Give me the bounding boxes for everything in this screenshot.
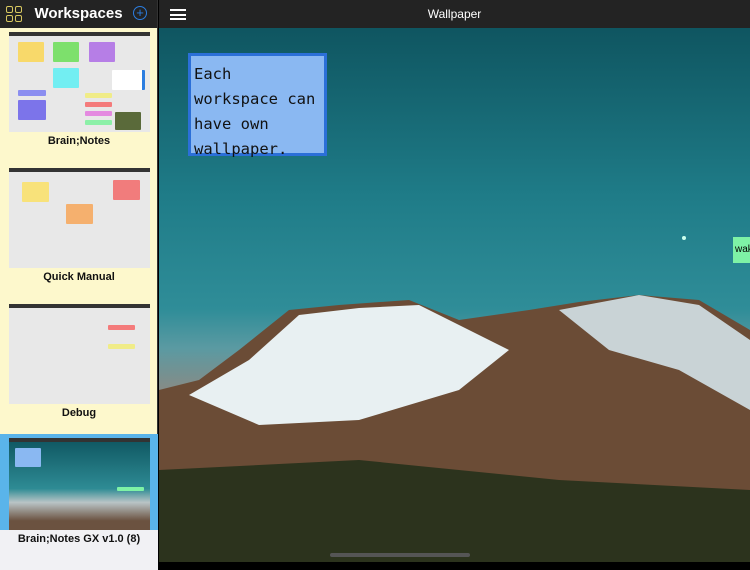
mountain-wallpaper	[159, 295, 750, 562]
workspace-item-brain-notes[interactable]: Brain;Notes	[0, 28, 158, 164]
workspace-thumbnail	[9, 304, 150, 404]
workspace-label: Debug	[61, 407, 97, 419]
workspace-title: Wallpaper	[427, 7, 482, 21]
workspace-label: Brain;Notes GX v1.0 (8)	[17, 533, 141, 545]
sticky-note-partial[interactable]: wak	[733, 237, 750, 263]
workspace-thumbnail	[9, 438, 150, 530]
workspace-label: Quick Manual	[43, 271, 115, 283]
workspace-item-quick-manual[interactable]: Quick Manual	[0, 164, 158, 300]
moon	[682, 236, 686, 240]
workspace-item-brain-notes-gx[interactable]: Brain;Notes GX v1.0 (8)	[0, 434, 158, 570]
workspace-item-debug[interactable]: Debug	[0, 300, 158, 436]
top-bar: Wallpaper	[159, 0, 750, 28]
workspaces-sidebar: Workspaces + Brain;Notes Quick Manual De…	[0, 0, 158, 570]
add-workspace-icon[interactable]: +	[133, 6, 147, 20]
workspace-thumbnail	[9, 168, 150, 268]
workspace-thumbnail	[9, 32, 150, 132]
home-indicator[interactable]	[330, 553, 470, 557]
sticky-note[interactable]: Each workspace can have own wallpaper.	[188, 53, 327, 158]
sidebar-header: Workspaces +	[0, 0, 157, 28]
workspace-label: Brain;Notes	[47, 135, 111, 147]
